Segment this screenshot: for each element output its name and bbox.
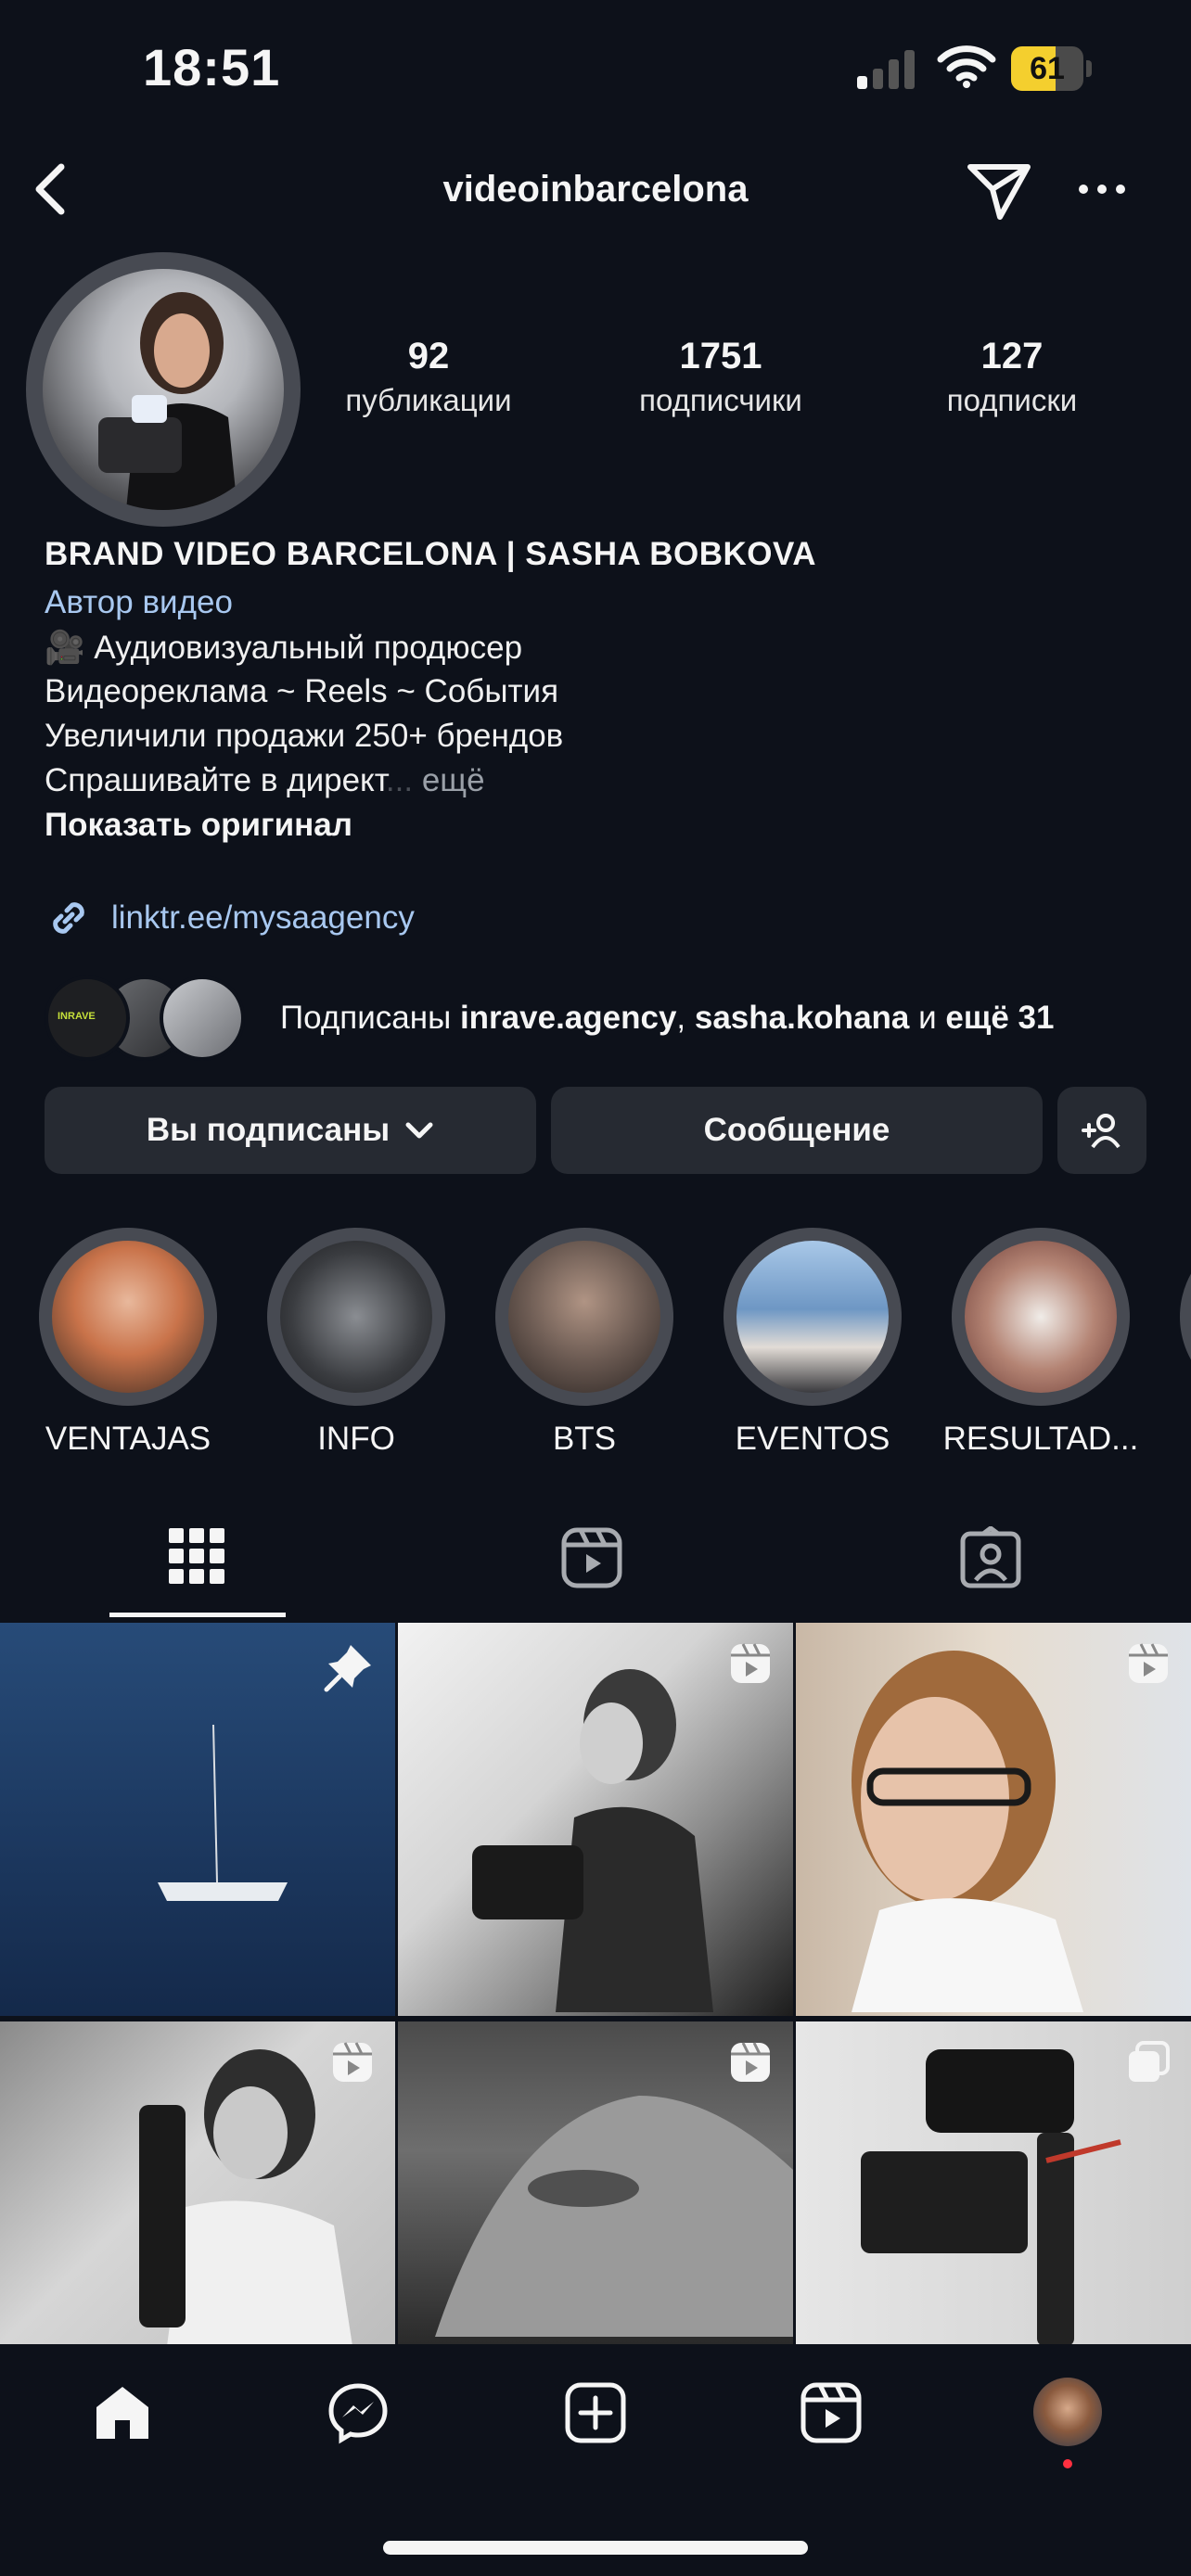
highlight-resultados[interactable]: RESULTAD...: [943, 1228, 1138, 1457]
highlight-bts[interactable]: BTS: [495, 1228, 673, 1457]
bio-line-last: Спрашивайте в директ... ещё: [45, 762, 485, 799]
add-user-icon: [1082, 1114, 1121, 1149]
reels-nav-icon[interactable]: [800, 2381, 863, 2444]
profile-link[interactable]: linktr.ee/mysaagency: [45, 894, 415, 942]
profile-full-name: BRAND VIDEO BARCELONA | SASHA BOBKOVA: [45, 536, 817, 572]
followed-by-text: Подписаны inrave.agency, sasha.kohana и …: [280, 1000, 1055, 1037]
post-thumbnail[interactable]: [0, 1623, 395, 2016]
highlight-eventos[interactable]: EVENTOS: [724, 1228, 902, 1457]
stat-posts-count: 92: [407, 336, 450, 376]
highlight-label: VENTAJAS: [45, 1421, 211, 1457]
highlight-ventajas[interactable]: VENTAJAS: [39, 1228, 217, 1457]
followed-by-sep: ,: [676, 1000, 695, 1036]
create-icon[interactable]: [564, 2381, 627, 2444]
notification-dot: [1063, 2459, 1072, 2468]
followed-by-prefix: Подписаны: [280, 1000, 460, 1036]
bio-line: 🎥 Аудиовизуальный продюсер: [45, 630, 523, 666]
more-icon[interactable]: [1076, 182, 1128, 197]
carousel-icon: [1129, 2041, 1170, 2082]
message-button[interactable]: Сообщение: [551, 1087, 1043, 1174]
stat-posts[interactable]: 92 публикации: [308, 336, 549, 418]
reels-icon[interactable]: [560, 1526, 623, 1589]
active-tab-indicator: [109, 1613, 286, 1617]
battery-level-text: 61: [1030, 51, 1065, 86]
stat-followers[interactable]: 1751 подписчики: [600, 336, 841, 418]
mini-avatar-inrave-text: INRAVE: [58, 1011, 96, 1022]
bio-line-text: Спрашивайте в директ: [45, 762, 386, 798]
show-original-link[interactable]: Показать оригинал: [45, 807, 352, 844]
highlight-label: INFO: [317, 1421, 395, 1457]
post-thumbnail[interactable]: [796, 1623, 1191, 2016]
stat-following-count: 127: [980, 336, 1044, 376]
post-thumbnail[interactable]: [796, 2021, 1191, 2344]
bio-line: Видеореклама ~ Reels ~ События: [45, 673, 559, 709]
highlight-partial[interactable]: [1180, 1228, 1191, 1406]
mini-avatar: [160, 976, 245, 1061]
stat-posts-label: публикации: [345, 383, 512, 417]
home-icon[interactable]: [91, 2381, 154, 2444]
followed-by-user1: inrave.agency: [459, 1000, 677, 1036]
followed-by-user2: sasha.kohana: [694, 1000, 910, 1036]
messenger-icon[interactable]: [327, 2381, 390, 2444]
reel-icon: [731, 2042, 770, 2082]
stat-following[interactable]: 127 подписки: [891, 336, 1133, 418]
home-indicator: [383, 2541, 808, 2555]
post-thumbnail[interactable]: [0, 2021, 395, 2344]
following-button[interactable]: Вы подписаны: [45, 1087, 536, 1174]
tagged-icon[interactable]: [959, 1526, 1022, 1589]
bio-line: Увеличили продажи 250+ брендов: [45, 718, 564, 754]
signal-icon: [857, 46, 916, 89]
pin-icon: [324, 1645, 371, 1692]
stat-followers-label: подписчики: [639, 383, 802, 417]
highlight-label: EVENTOS: [735, 1421, 890, 1457]
reel-icon: [1129, 1643, 1168, 1683]
highlight-info[interactable]: INFO: [267, 1228, 445, 1457]
highlight-label: BTS: [552, 1421, 617, 1457]
following-button-label: Вы подписаны: [146, 1112, 391, 1148]
send-icon[interactable]: [965, 159, 1033, 223]
bio-ellipsis: ...: [385, 762, 414, 798]
wifi-icon: [937, 45, 996, 88]
chevron-down-icon: [405, 1122, 433, 1139]
suggested-users-button[interactable]: [1057, 1087, 1146, 1174]
followed-by-mid: и: [909, 1000, 946, 1036]
mini-avatar-inrave: INRAVE: [45, 976, 130, 1061]
profile-category: Автор видео: [45, 584, 233, 620]
battery-indicator: 61: [1011, 46, 1095, 91]
stat-following-label: подписки: [946, 383, 1078, 417]
profile-link-text: linktr.ee/mysaagency: [111, 899, 415, 936]
status-time: 18:51: [143, 38, 281, 96]
followed-by-rest: ещё 31: [945, 1000, 1055, 1036]
profile-avatar[interactable]: [43, 269, 284, 510]
post-thumbnail[interactable]: [398, 2021, 793, 2344]
grid-icon[interactable]: [167, 1526, 226, 1586]
profile-avatar-nav[interactable]: [1033, 2378, 1102, 2446]
stat-followers-count: 1751: [679, 336, 762, 376]
highlight-label: RESULTAD...: [942, 1421, 1139, 1457]
reel-icon: [731, 1643, 770, 1683]
bio-more-link[interactable]: ещё: [422, 762, 485, 798]
followed-by-row[interactable]: INRAVE Подписаны inrave.agency, sasha.ko…: [45, 976, 1055, 1061]
link-icon: [53, 902, 84, 934]
reel-icon: [333, 2042, 372, 2082]
post-thumbnail[interactable]: [398, 1623, 793, 2016]
